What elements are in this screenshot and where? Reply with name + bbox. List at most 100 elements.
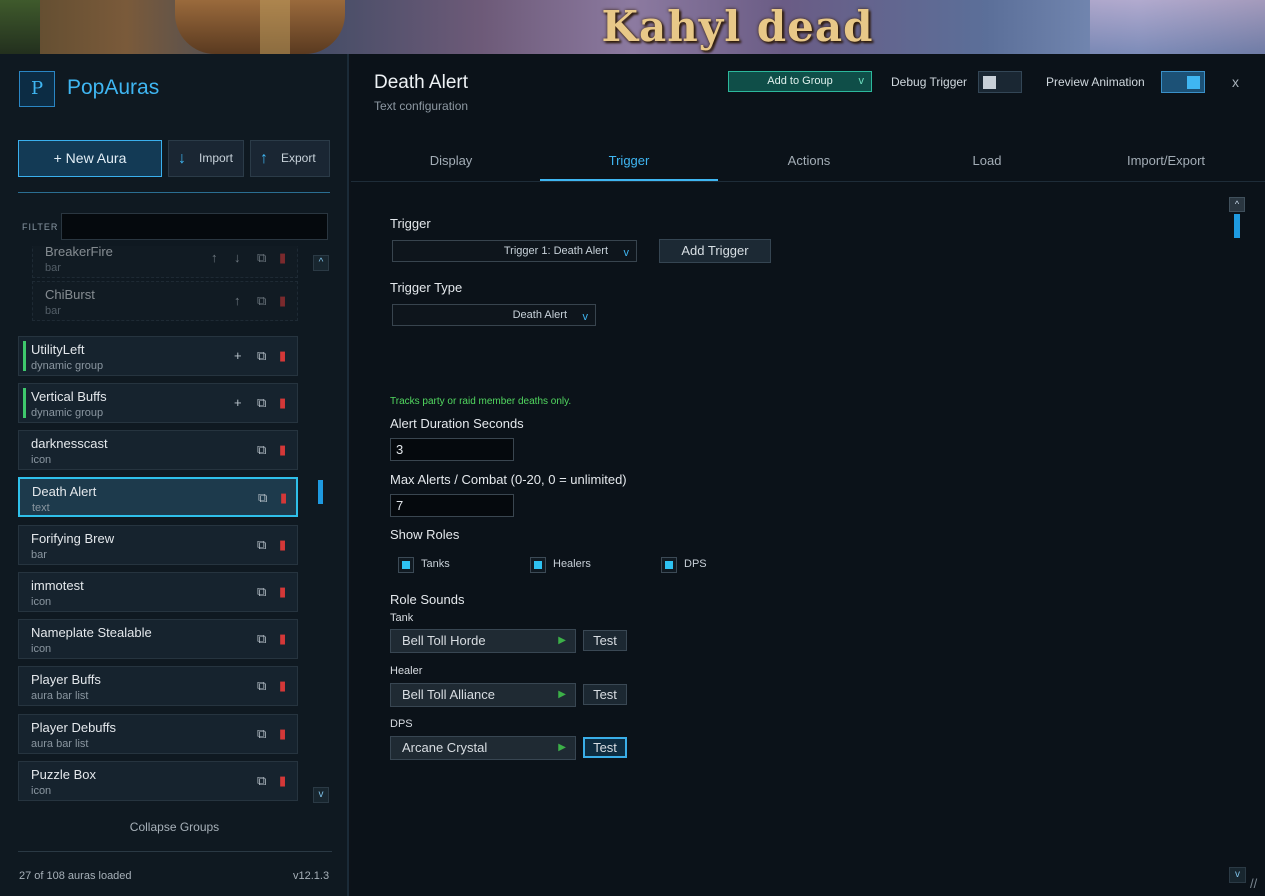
delete-icon[interactable]: ▮ — [279, 584, 286, 600]
preview-animation-label: Preview Animation — [1046, 75, 1145, 89]
delete-icon[interactable]: ▮ — [279, 293, 286, 309]
add-trigger-button[interactable]: Add Trigger — [659, 239, 771, 263]
duplicate-icon[interactable]: ⧉ — [257, 773, 266, 789]
alert-duration-input[interactable]: 3 — [390, 438, 514, 461]
aura-list: BreakerFire bar ↑ ↓ ⧉ ▮ ChiBurst bar ↑ ⧉ ▮ UtilityL… — [0, 246, 349, 806]
chevron-down-icon: v — [623, 247, 630, 259]
aura-list-item[interactable]: Puzzle Box icon ⧉ ▮ — [18, 761, 298, 801]
trigger-select[interactable]: Trigger 1: Death Alert v — [392, 240, 637, 262]
healers-checkbox[interactable] — [530, 557, 546, 573]
delete-icon[interactable]: ▮ — [280, 490, 287, 506]
list-scroll-down-button[interactable]: v — [313, 787, 329, 803]
aura-type: icon — [31, 785, 52, 797]
aura-editor: Death Alert Text configuration Add to Gr… — [351, 54, 1265, 896]
aura-list-item[interactable]: UtilityLeft dynamic group + ⧉ ▮ — [18, 336, 298, 376]
tanks-label: Tanks — [421, 558, 450, 570]
aura-list-item[interactable]: Player Debuffs aura bar list ⧉ ▮ — [18, 714, 298, 754]
duplicate-icon[interactable]: ⧉ — [257, 584, 266, 600]
delete-icon[interactable]: ▮ — [279, 773, 286, 789]
list-scroll-up-button[interactable]: ^ — [313, 255, 329, 271]
move-up-icon[interactable]: ↑ — [211, 250, 218, 265]
aura-count: 27 of 108 auras loaded — [19, 870, 132, 882]
delete-icon[interactable]: ▮ — [279, 395, 286, 411]
delete-icon[interactable]: ▮ — [279, 250, 286, 266]
tank-test-button[interactable]: Test — [583, 630, 627, 651]
tank-sound-select[interactable]: Bell Toll Horde ▶ — [390, 629, 576, 653]
tanks-checkbox[interactable] — [398, 557, 414, 573]
import-button[interactable]: ↓ Import — [168, 140, 244, 177]
add-child-icon[interactable]: + — [234, 395, 242, 410]
aura-name: Nameplate Stealable — [31, 625, 152, 640]
show-roles-label: Show Roles — [390, 527, 460, 542]
duplicate-icon[interactable]: ⧉ — [257, 726, 266, 742]
new-aura-button[interactable]: + New Aura — [18, 140, 162, 177]
panel-scroll-up-button[interactable]: ^ — [1229, 197, 1245, 212]
aura-title: Death Alert — [374, 72, 468, 93]
tab-import-export[interactable]: Import/Export — [1077, 153, 1255, 168]
divider — [18, 851, 332, 852]
close-icon[interactable]: x — [1232, 74, 1239, 90]
aura-list-item[interactable]: ChiBurst bar ↑ ⧉ ▮ — [32, 281, 298, 321]
export-button[interactable]: ↑ Export — [250, 140, 330, 177]
resize-grip-icon[interactable]: // — [1250, 876, 1257, 891]
duplicate-icon[interactable]: ⧉ — [257, 348, 266, 364]
aura-list-item[interactable]: BreakerFire bar ↑ ↓ ⧉ ▮ — [32, 246, 298, 278]
healer-sound-select[interactable]: Bell Toll Alliance ▶ — [390, 683, 576, 707]
aura-type: dynamic group — [31, 360, 104, 372]
healers-label: Healers — [553, 558, 591, 570]
chevron-down-icon: v — [582, 311, 589, 323]
aura-list-item[interactable]: Nameplate Stealable icon ⧉ ▮ — [18, 619, 298, 659]
panel-scrollbar-thumb[interactable] — [1234, 214, 1240, 238]
aura-type: bar — [45, 262, 61, 274]
duplicate-icon[interactable]: ⧉ — [257, 442, 266, 458]
move-down-icon[interactable]: ↓ — [234, 250, 241, 265]
aura-list-item[interactable]: darknesscast icon ⧉ ▮ — [18, 430, 298, 470]
add-child-icon[interactable]: + — [234, 348, 242, 363]
aura-list-item[interactable]: Player Buffs aura bar list ⧉ ▮ — [18, 666, 298, 706]
list-scrollbar-thumb[interactable] — [318, 480, 323, 504]
delete-icon[interactable]: ▮ — [279, 726, 286, 742]
duplicate-icon[interactable]: ⧉ — [258, 490, 267, 506]
preview-animation-toggle[interactable] — [1161, 71, 1205, 93]
delete-icon[interactable]: ▮ — [279, 348, 286, 364]
delete-icon[interactable]: ▮ — [279, 442, 286, 458]
game-banner: Kahyl dead — [0, 0, 1265, 54]
tab-actions[interactable]: Actions — [720, 153, 898, 168]
aura-list-item[interactable]: immotest icon ⧉ ▮ — [18, 572, 298, 612]
aura-list-item[interactable]: Death Alert text ⧉ ▮ — [18, 477, 298, 517]
duplicate-icon[interactable]: ⧉ — [257, 395, 266, 411]
duplicate-icon[interactable]: ⧉ — [257, 537, 266, 553]
debug-trigger-toggle[interactable] — [978, 71, 1022, 93]
delete-icon[interactable]: ▮ — [279, 631, 286, 647]
chevron-down-icon: v — [858, 75, 865, 87]
max-alerts-input[interactable]: 7 — [390, 494, 514, 517]
trigger-type-select[interactable]: Death Alert v — [392, 304, 596, 326]
tab-load[interactable]: Load — [898, 153, 1076, 168]
aura-type: dynamic group — [31, 407, 104, 419]
duplicate-icon[interactable]: ⧉ — [257, 250, 266, 266]
tab-display[interactable]: Display — [362, 153, 540, 168]
delete-icon[interactable]: ▮ — [279, 678, 286, 694]
duplicate-icon[interactable]: ⧉ — [257, 293, 266, 309]
checkmark — [665, 561, 673, 569]
aura-name: Player Debuffs — [31, 720, 117, 735]
aura-list-item[interactable]: Vertical Buffs dynamic group + ⧉ ▮ — [18, 383, 298, 423]
tab-bar: Display Trigger Actions Load Import/Expo… — [351, 146, 1265, 182]
export-button-label: Export — [281, 151, 316, 165]
duplicate-icon[interactable]: ⧉ — [257, 678, 266, 694]
duplicate-icon[interactable]: ⧉ — [257, 631, 266, 647]
dps-test-button[interactable]: Test — [583, 737, 627, 758]
dps-checkbox[interactable] — [661, 557, 677, 573]
healer-test-button[interactable]: Test — [583, 684, 627, 705]
aura-name: Player Buffs — [31, 672, 101, 687]
aura-list-item[interactable]: Forifying Brew bar ⧉ ▮ — [18, 525, 298, 565]
move-up-icon[interactable]: ↑ — [234, 293, 241, 308]
panel-scroll-down-button[interactable]: v — [1229, 867, 1246, 883]
dps-sound-select[interactable]: Arcane Crystal ▶ — [390, 736, 576, 760]
add-to-group-dropdown[interactable]: Add to Group v — [728, 71, 872, 92]
delete-icon[interactable]: ▮ — [279, 537, 286, 553]
dps-sound-label: DPS — [390, 718, 413, 730]
tab-trigger[interactable]: Trigger — [540, 153, 718, 168]
collapse-groups-link[interactable]: Collapse Groups — [0, 820, 349, 834]
filter-input[interactable] — [61, 213, 328, 240]
